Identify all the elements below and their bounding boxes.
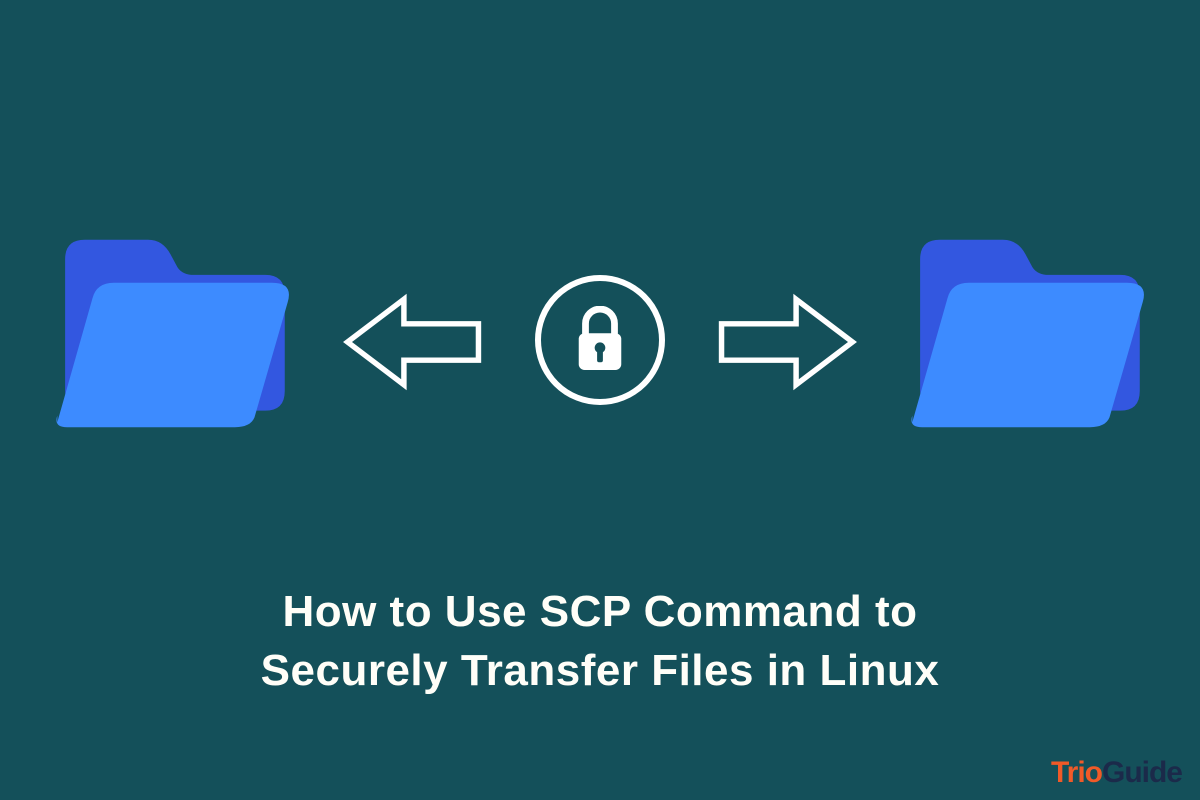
headline-line-2: Securely Transfer Files in Linux <box>0 641 1200 700</box>
lock-icon <box>535 275 665 405</box>
arrow-right-icon <box>712 292 862 397</box>
brand-part-1: Trio <box>1051 756 1102 789</box>
page-headline: How to Use SCP Command to Securely Trans… <box>0 582 1200 701</box>
arrow-left-icon <box>338 292 488 397</box>
brand-logo: TrioGuide <box>1051 756 1182 790</box>
brand-part-2: Guide <box>1102 756 1182 789</box>
folder-icon-left <box>55 230 290 435</box>
folder-icon-right <box>910 230 1145 435</box>
headline-line-1: How to Use SCP Command to <box>0 582 1200 641</box>
